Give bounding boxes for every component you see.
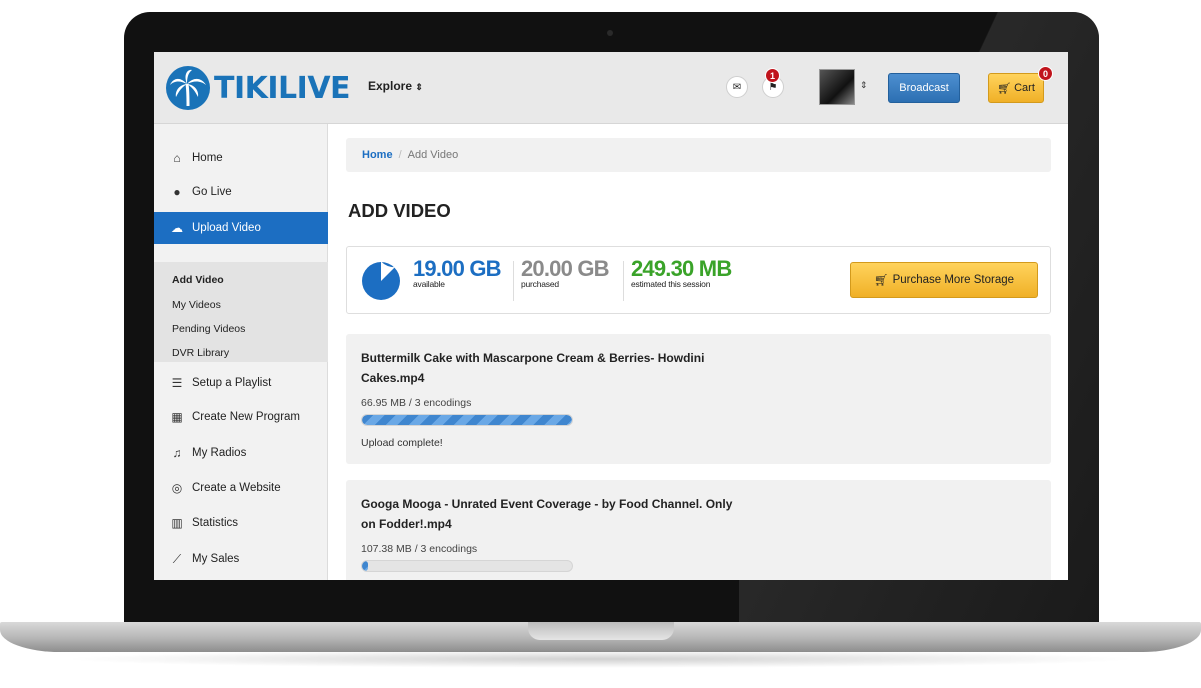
storage-session-stat: 249.30 MB estimated this session [631, 256, 732, 290]
cart-icon: 🛒︎ [997, 82, 1012, 95]
upload-progress-bar [361, 414, 573, 426]
sidebar-item-upload-video[interactable]: ☁ Upload Video [154, 212, 337, 244]
upload-progress-fill [362, 415, 572, 425]
submenu-dvr-library[interactable]: DVR Library [172, 347, 229, 359]
sidebar-item-label: Create New Program [192, 411, 301, 423]
storage-summary-panel: 19.00 GB available 20.00 GB purchased 24… [346, 246, 1051, 314]
upload-submenu: Add Video My Videos Pending Videos DVR L… [154, 262, 328, 362]
laptop-stage: TIKILIVE Explore ⇕ ✉ ⚑ 1 ⇕ Broadcast 🛒︎ … [0, 0, 1201, 688]
sidebar-item-label: My Radios [192, 447, 247, 459]
app-screen: TIKILIVE Explore ⇕ ✉ ⚑ 1 ⇕ Broadcast 🛒︎ … [154, 52, 1068, 580]
cloud-upload-icon: ☁ [171, 221, 183, 235]
submenu-pending-videos[interactable]: Pending Videos [172, 323, 245, 335]
upload-file-size: 66.95 MB / 3 encodings [361, 397, 472, 409]
storage-available-value: 19.00 GB [413, 256, 502, 281]
storage-session-value: 249.30 MB [631, 256, 732, 281]
upload-item: Googa Mooga - Unrated Event Coverage - b… [346, 480, 1051, 580]
sidebar-item-label: Statistics [192, 517, 239, 529]
cart-label: Cart [1014, 82, 1035, 94]
sidebar-item-label: Home [192, 152, 223, 164]
upload-progress-fill [362, 561, 369, 571]
messages-button[interactable]: ✉ [726, 76, 748, 98]
breadcrumb-current: Add Video [407, 149, 459, 161]
camera-icon [607, 30, 613, 36]
calendar-icon: ▦ [171, 410, 183, 424]
line-chart-icon: ⟋ [172, 551, 182, 566]
sidebar-item-create-program[interactable]: ▦ Create New Program [154, 401, 328, 433]
storage-pie-chart-icon [362, 261, 400, 300]
sidebar: ⌂ Home ● Go Live ☁ Upload Video Add Vide… [154, 124, 337, 580]
page-title: ADD VIDEO [348, 200, 451, 221]
bar-chart-icon: ▥ [171, 516, 183, 530]
brand-logo[interactable]: TIKILIVE [166, 66, 351, 110]
cart-badge: 0 [1038, 66, 1053, 81]
breadcrumb-separator: / [398, 149, 402, 161]
breadcrumb: Home / Add Video [346, 138, 1051, 172]
breadcrumb-home-link[interactable]: Home [362, 149, 393, 161]
storage-purchased-stat: 20.00 GB purchased [521, 256, 610, 290]
laptop-shadow [60, 650, 1140, 668]
explore-caret-icon: ⇕ [415, 82, 423, 92]
play-circle-icon: ● [173, 185, 181, 199]
laptop-notch [528, 622, 674, 640]
sidebar-item-label: Upload Video [192, 222, 261, 234]
upload-file-size: 107.38 MB / 3 encodings [361, 543, 478, 555]
upload-progress-bar [361, 560, 573, 572]
storage-purchased-value: 20.00 GB [521, 256, 610, 281]
upload-item: Buttermilk Cake with Mascarpone Cream & … [346, 334, 1051, 464]
sidebar-item-my-sales[interactable]: ⟋ My Sales [154, 543, 328, 575]
envelope-icon: ✉ [732, 81, 742, 93]
sidebar-item-home[interactable]: ⌂ Home [154, 142, 328, 174]
sidebar-item-label: Setup a Playlist [192, 377, 272, 389]
user-avatar[interactable] [819, 69, 855, 105]
upload-file-name-line: Cakes.mp4 [361, 371, 425, 385]
purchase-storage-button[interactable]: 🛒︎ Purchase More Storage [850, 262, 1038, 298]
upload-file-name-line: Buttermilk Cake with Mascarpone Cream & … [361, 351, 705, 365]
stat-divider [513, 261, 514, 301]
list-icon: ☰ [171, 376, 183, 390]
upload-file-name-line: on Fodder!.mp4 [361, 517, 452, 531]
palm-tree-logo-icon [166, 66, 210, 110]
flag-icon: ⚑ [768, 81, 778, 93]
sidebar-item-label: My Sales [192, 553, 240, 565]
avatar-caret-icon[interactable]: ⇕ [860, 80, 868, 91]
sidebar-item-setup-playlist[interactable]: ☰ Setup a Playlist [154, 367, 328, 399]
cart-button[interactable]: 🛒︎ Cart [988, 73, 1044, 103]
home-icon: ⌂ [173, 151, 181, 165]
submenu-my-videos[interactable]: My Videos [172, 299, 221, 311]
wordpress-icon: ◎ [171, 481, 183, 495]
sidebar-item-my-radios[interactable]: ♫ My Radios [154, 437, 328, 469]
upload-status: Upload complete! [361, 437, 443, 449]
submenu-add-video[interactable]: Add Video [172, 274, 224, 286]
sidebar-item-go-live[interactable]: ● Go Live [154, 176, 328, 208]
sidebar-item-label: Go Live [192, 186, 232, 198]
top-navbar: TIKILIVE Explore ⇕ ✉ ⚑ 1 ⇕ Broadcast 🛒︎ … [154, 52, 1068, 124]
music-icon: ♫ [172, 446, 182, 460]
sidebar-item-statistics[interactable]: ▥ Statistics [154, 507, 328, 539]
explore-label: Explore [368, 79, 413, 93]
upload-file-name: Buttermilk Cake with Mascarpone Cream & … [361, 348, 831, 388]
cart-icon: 🛒︎ [873, 275, 889, 287]
upload-file-name: Googa Mooga - Unrated Event Coverage - b… [361, 494, 831, 534]
purchase-storage-label: Purchase More Storage [892, 274, 1015, 286]
brand-name: TIKILIVE [214, 70, 351, 106]
storage-available-stat: 19.00 GB available [413, 256, 502, 290]
stat-divider [623, 261, 624, 301]
sidebar-item-label: Create a Website [192, 482, 281, 494]
sidebar-item-create-website[interactable]: ◎ Create a Website [154, 472, 328, 504]
main-content: Home / Add Video ADD VIDEO 19.00 GB avai… [329, 124, 1068, 580]
explore-menu[interactable]: Explore ⇕ [368, 79, 423, 93]
upload-file-name-line: Googa Mooga - Unrated Event Coverage - b… [361, 497, 733, 511]
broadcast-button[interactable]: Broadcast [888, 73, 960, 103]
notifications-badge: 1 [765, 68, 780, 83]
